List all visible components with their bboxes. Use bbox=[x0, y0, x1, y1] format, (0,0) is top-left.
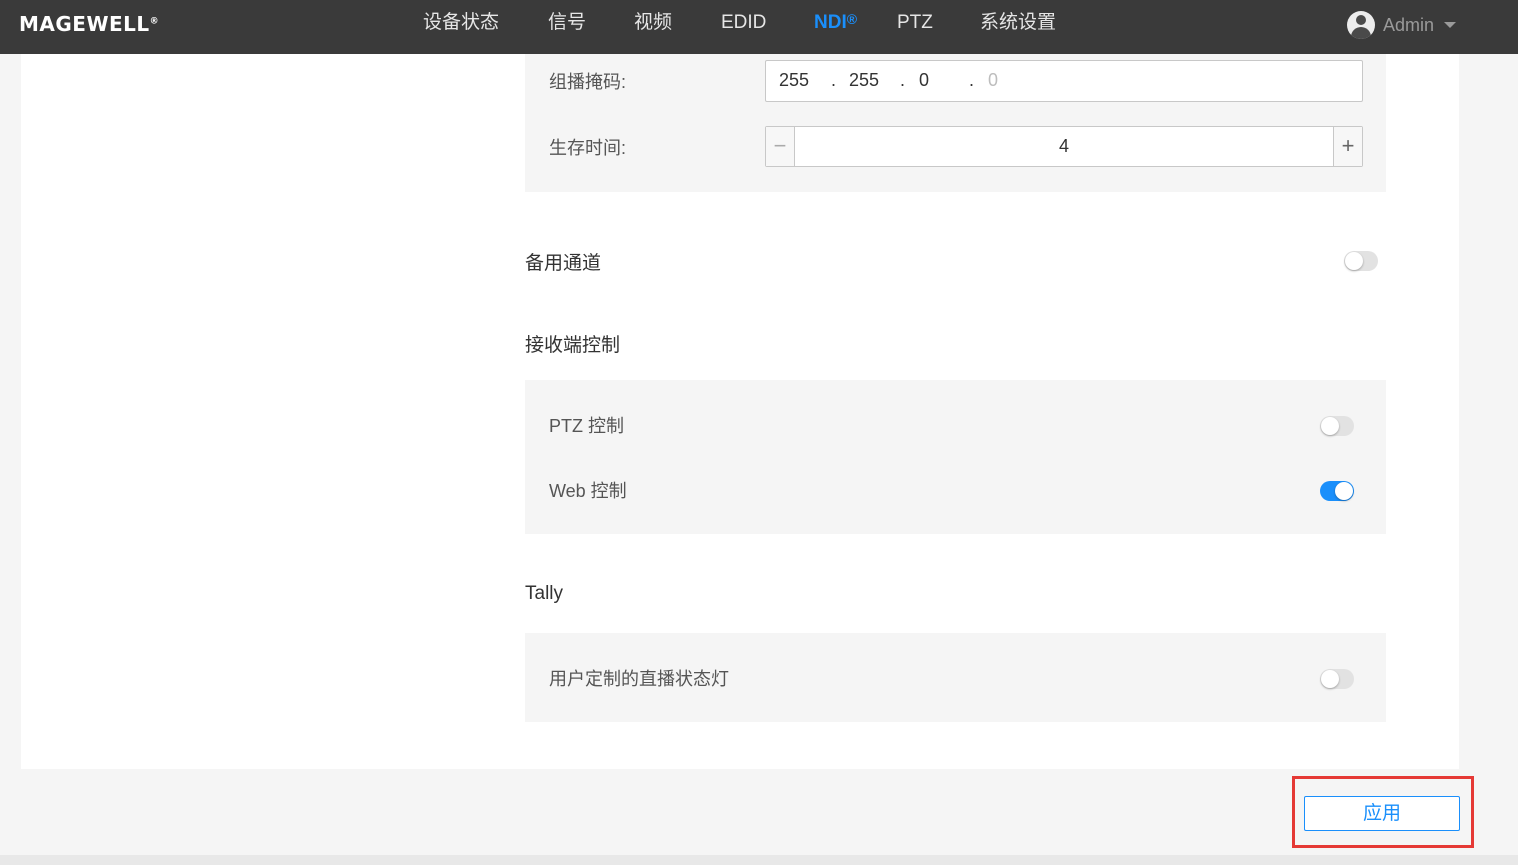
mask-octet-1[interactable]: 255 bbox=[779, 70, 809, 91]
user-name: Admin bbox=[1383, 14, 1435, 35]
apply-button[interactable]: 应用 bbox=[1304, 796, 1460, 831]
nav-system-settings[interactable]: 系统设置 bbox=[980, 0, 1056, 54]
mask-octet-3[interactable]: 0 bbox=[919, 70, 929, 91]
decrement-button[interactable]: − bbox=[766, 127, 795, 166]
receiver-control-box bbox=[525, 380, 1386, 534]
ip-dot: . bbox=[969, 70, 975, 90]
ip-dot: . bbox=[831, 70, 837, 90]
backup-channel-label: 备用通道 bbox=[525, 253, 602, 274]
multicast-mask-label: 组播掩码: bbox=[549, 72, 627, 92]
nav-device-status[interactable]: 设备状态 bbox=[423, 0, 499, 54]
nav-signal[interactable]: 信号 bbox=[548, 0, 586, 54]
ptz-control-label: PTZ 控制 bbox=[549, 416, 624, 436]
custom-tally-toggle[interactable] bbox=[1320, 669, 1354, 689]
chevron-down-icon bbox=[1444, 22, 1457, 28]
bottom-bar bbox=[0, 855, 1518, 865]
nav-ptz[interactable]: PTZ bbox=[897, 0, 933, 54]
ip-dot: . bbox=[900, 70, 906, 90]
ptz-control-toggle[interactable] bbox=[1320, 416, 1354, 436]
nav-edid[interactable]: EDID bbox=[721, 0, 766, 54]
backup-channel-toggle[interactable] bbox=[1344, 251, 1378, 271]
increment-button[interactable]: + bbox=[1333, 127, 1362, 166]
web-control-toggle[interactable] bbox=[1320, 481, 1354, 501]
ttl-value[interactable]: 4 bbox=[796, 136, 1332, 157]
tally-title: Tally bbox=[525, 583, 564, 604]
user-avatar-icon bbox=[1347, 11, 1375, 39]
magewell-logo: MAGEWELL® bbox=[19, 12, 160, 36]
mask-octet-2[interactable]: 255 bbox=[849, 70, 879, 91]
user-menu[interactable]: Admin bbox=[1347, 8, 1457, 42]
receiver-control-title: 接收端控制 bbox=[525, 335, 621, 356]
ttl-stepper[interactable]: − 4 + bbox=[765, 126, 1363, 167]
mask-octet-4[interactable]: 0 bbox=[988, 70, 998, 91]
web-control-label: Web 控制 bbox=[549, 481, 627, 501]
custom-tally-label: 用户定制的直播状态灯 bbox=[549, 669, 729, 689]
top-navbar: MAGEWELL® 设备状态 信号 视频 EDID NDI® PTZ 系统设置 … bbox=[0, 0, 1518, 54]
nav-ndi[interactable]: NDI® bbox=[814, 0, 857, 54]
multicast-mask-input[interactable]: 255 . 255 . 0 . 0 bbox=[765, 60, 1363, 102]
nav-video[interactable]: 视频 bbox=[634, 0, 672, 54]
ttl-label: 生存时间: bbox=[549, 138, 627, 158]
